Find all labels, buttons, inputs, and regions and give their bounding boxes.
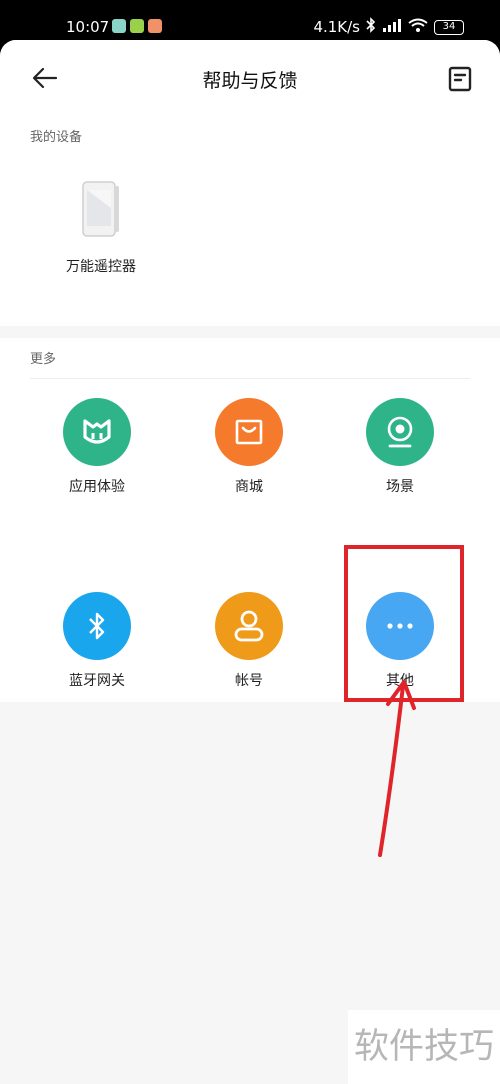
bluetooth-status-icon	[366, 17, 376, 37]
app-notification-icon	[130, 19, 144, 33]
watermark: 软件技巧	[348, 1010, 500, 1084]
notification-icons	[112, 19, 162, 33]
red-arrow-annotation	[378, 680, 416, 857]
status-time: 10:07	[66, 18, 110, 36]
battery-icon: 34	[434, 19, 464, 35]
network-speed: 4.1K/s	[313, 18, 360, 36]
app-notification-icon	[148, 19, 162, 33]
help-feedback-screen: 帮助与反馈 我的设备 万能遥控器 更多 应用体验 商城 场景 蓝牙网关 帐号 其…	[0, 40, 500, 1084]
signal-icon	[382, 18, 402, 36]
app-notification-icon	[112, 19, 126, 33]
status-indicators: 4.1K/s 34	[313, 17, 464, 37]
wifi-icon	[408, 18, 428, 36]
